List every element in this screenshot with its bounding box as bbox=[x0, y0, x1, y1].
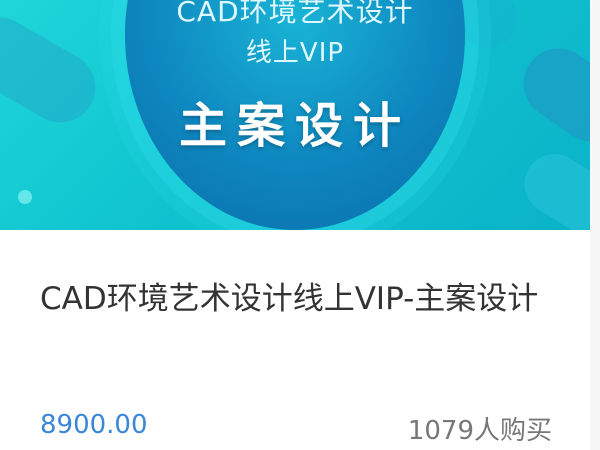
product-price: 8900.00 bbox=[40, 410, 148, 440]
product-card[interactable]: CAD环境艺术设计 线上VIP 主案设计 CAD环境艺术设计线上VIP-主案设计… bbox=[0, 0, 590, 450]
banner-line-2: 线上VIP bbox=[245, 38, 345, 68]
purchase-count: 1079人购买 bbox=[407, 416, 552, 446]
page-gutter bbox=[590, 0, 600, 450]
decor-dot bbox=[18, 190, 32, 204]
banner-headline: 主案设计 bbox=[178, 98, 411, 154]
banner-line-1: CAD环境艺术设计 bbox=[176, 0, 414, 28]
product-title[interactable]: CAD环境艺术设计线上VIP-主案设计 bbox=[40, 270, 560, 328]
product-banner[interactable]: CAD环境艺术设计 线上VIP 主案设计 bbox=[0, 0, 590, 230]
